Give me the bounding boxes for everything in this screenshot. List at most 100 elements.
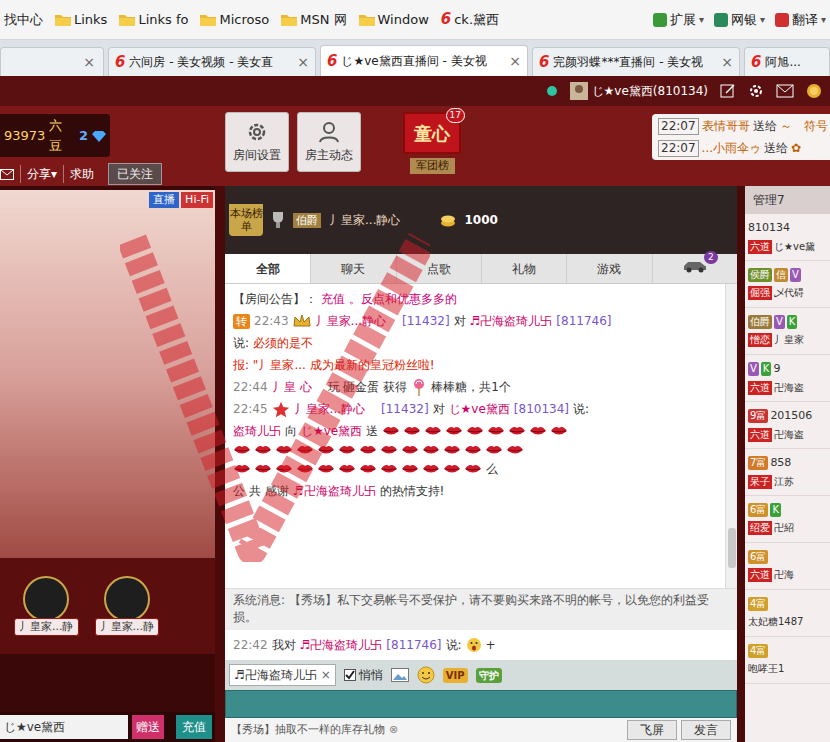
- chat-tab[interactable]: 全部: [225, 254, 310, 283]
- bookmark[interactable]: 找中心: [4, 10, 43, 30]
- admin-tab[interactable]: 管理7: [745, 186, 830, 214]
- gift-target[interactable]: じ★ve黛西: [0, 715, 128, 739]
- image-icon[interactable]: [391, 668, 409, 682]
- guard-button[interactable]: 守护: [476, 668, 502, 683]
- browser-tab[interactable]: ×: [0, 47, 104, 76]
- user-row[interactable]: 9富201506六道卍海盗: [745, 402, 830, 449]
- gift-feed-item: 22:07表情哥哥送给～ゝ符号: [658, 117, 830, 135]
- tool-button[interactable]: 扩展▾: [653, 10, 704, 30]
- user-row[interactable]: 6富六道卍海: [745, 543, 830, 590]
- bookmark[interactable]: Links: [55, 10, 107, 30]
- tool-button[interactable]: 网银▾: [714, 10, 765, 30]
- browser-tab[interactable]: 6じ★ve黛西直播间 - 美女视×: [320, 45, 528, 76]
- lips-icon: [275, 444, 293, 456]
- user-row[interactable]: 伯爵VK憎恋丿皇家: [745, 308, 830, 355]
- lips-icon: [317, 444, 335, 456]
- user-badge: K: [787, 315, 798, 329]
- legion-rank[interactable]: 军团榜: [410, 158, 455, 174]
- account-link[interactable]: 分享▾: [20, 165, 57, 183]
- system-message: 系统消息:【秀场】私下交易帐号不受保护，请不要购买来路不明的帐号，以免您的利益受…: [225, 588, 737, 630]
- recipient[interactable]: ♬卍海盗琦儿卐×: [229, 664, 336, 686]
- promo-close[interactable]: ⊗: [389, 722, 398, 739]
- user-name: じ★ve黛西(810134): [592, 82, 708, 100]
- message-text: 说:: [446, 636, 462, 654]
- lips-icon: [464, 463, 482, 475]
- fan-row: 丿皇家...静丿皇家...静: [0, 558, 215, 654]
- composer-button[interactable]: 发言: [681, 720, 731, 740]
- message-text: じ★ve黛西: [449, 400, 510, 418]
- user-row[interactable]: 侯爵信V倔强乄代碍: [745, 261, 830, 308]
- bookmark-label: Links: [74, 10, 107, 30]
- bookmark[interactable]: Microso: [200, 10, 269, 30]
- tool-icon: [714, 13, 728, 27]
- message-input[interactable]: [225, 690, 737, 718]
- message-text: 22:42: [233, 636, 268, 654]
- tab-badge: 2: [704, 251, 718, 264]
- tab-close[interactable]: ×: [83, 52, 95, 73]
- gift-sender: ...小雨伞ゥ: [702, 139, 761, 157]
- user-row[interactable]: VK9六道卍海盗: [745, 355, 830, 402]
- recipient-clear[interactable]: ×: [321, 665, 331, 685]
- rank-score: 1000: [464, 211, 497, 229]
- chat-message: 22:45丿皇家...静心ゝ[11432]对じ★ve黛西[810134]说:: [233, 400, 717, 418]
- recharge-button[interactable]: 充值: [176, 715, 212, 739]
- browser-tab[interactable]: 6六间房 - 美女视频 - 美女直×: [108, 47, 316, 76]
- lips-icon: [296, 444, 314, 456]
- user-row[interactable]: 7富858呆子江苏: [745, 449, 830, 496]
- vip-button[interactable]: VIP: [443, 668, 468, 683]
- legion[interactable]: 童心17军团榜: [361, 106, 461, 186]
- browser-tab[interactable]: 6阿旭...: [744, 47, 830, 76]
- chat-tab[interactable]: 点歌: [396, 254, 481, 283]
- chat-tab[interactable]: 聊天: [310, 254, 395, 283]
- bookmark[interactable]: Window: [359, 10, 429, 30]
- tab-close[interactable]: ×: [721, 52, 733, 73]
- user-badges: 4富: [748, 644, 827, 658]
- composer-toolbar: ♬卍海盗琦儿卐× 悄悄 VIP 守护: [225, 660, 737, 690]
- whisper-checkbox[interactable]: [344, 669, 356, 681]
- fan[interactable]: 丿皇家...静: [14, 576, 79, 637]
- user-tag: 六道: [748, 568, 772, 582]
- room-button[interactable]: 房主动态: [297, 112, 361, 172]
- fan[interactable]: 丿皇家...静: [95, 576, 160, 637]
- user-id: 9: [773, 361, 780, 378]
- chat-tab[interactable]: 礼物: [481, 254, 566, 283]
- tab-close[interactable]: ×: [297, 52, 309, 73]
- user-row[interactable]: 4富太妃糖1487: [745, 590, 830, 637]
- emoji-icon[interactable]: [417, 666, 435, 684]
- bookmark[interactable]: 6ck.黛西: [441, 10, 499, 30]
- chat-tab[interactable]: 游戏: [566, 254, 651, 283]
- browser-tab[interactable]: 6完颜羽蝶***直播间 - 美女视×: [532, 47, 740, 76]
- user-nick: 六道じ★ve黛: [748, 239, 827, 254]
- account-link[interactable]: 求助: [63, 165, 94, 183]
- composer-button[interactable]: 飞屏: [627, 720, 677, 740]
- lips-icon: [380, 444, 398, 456]
- bookmark[interactable]: MSN 网: [281, 10, 346, 30]
- bookmark-label: MSN 网: [300, 10, 346, 30]
- user-row[interactable]: 4富咆哮王1: [745, 637, 830, 684]
- promo-text[interactable]: 【秀场】抽取不一样的库存礼物: [231, 722, 385, 739]
- tab-close[interactable]: ×: [509, 51, 521, 72]
- message-text: 我对: [272, 636, 296, 654]
- user-tag: 憎恋: [748, 333, 772, 347]
- user-row[interactable]: 810134六道じ★ve黛: [745, 214, 830, 261]
- bookmark[interactable]: Links fo: [119, 10, 188, 30]
- scroll-thumb[interactable]: [728, 528, 736, 568]
- gift-button[interactable]: 赠送: [132, 715, 164, 739]
- room-button[interactable]: 房间设置: [225, 112, 289, 172]
- chat-column: 本场榜单伯爵丿皇家...静心ゝ1000全部聊天点歌礼物游戏2【房间公告】：充值。…: [225, 186, 737, 742]
- toolbar-tools: 扩展▾ 网银▾ 翻译▾: [653, 10, 826, 30]
- follow-button[interactable]: 已关注: [108, 163, 162, 185]
- scrollbar[interactable]: [725, 284, 737, 588]
- tool-label: 扩展: [670, 10, 696, 30]
- chat-tab[interactable]: 2: [652, 254, 737, 283]
- recipient-name: ♬卍海盗琦儿卐: [234, 665, 317, 685]
- lips-icon: [485, 444, 503, 456]
- user-menu[interactable]: じ★ve黛西(810134): [570, 82, 708, 100]
- user-tag: 倔强: [748, 286, 772, 300]
- tool-button[interactable]: 翻译▾: [775, 10, 826, 30]
- tab-title: 六间房 - 美女视频 - 美女直: [129, 53, 293, 71]
- rank-toggle[interactable]: 本场榜单: [229, 204, 263, 236]
- whisper-toggle[interactable]: 悄悄: [344, 666, 383, 684]
- user-row[interactable]: 6富K绍爱卍紹: [745, 496, 830, 543]
- message-text: 对: [454, 312, 466, 330]
